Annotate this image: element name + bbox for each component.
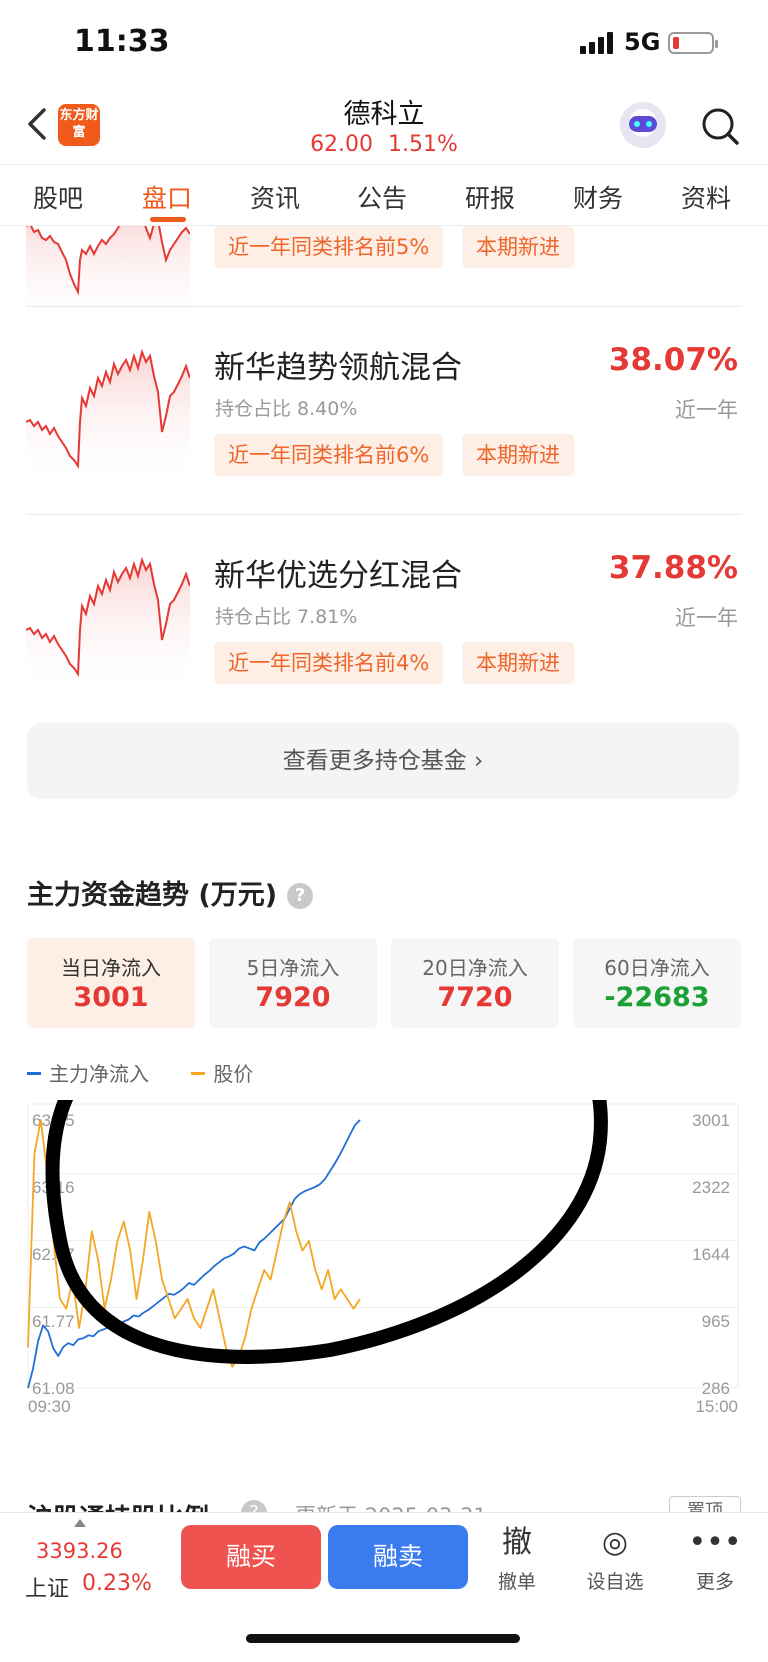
tab-guba[interactable]: 股吧 <box>33 179 83 215</box>
fund-return-period: 近一年 <box>675 606 738 630</box>
legend-item-price: 股价 <box>191 1058 253 1087</box>
stock-change-pct: 1.51% <box>388 132 458 157</box>
help-icon[interactable]: ? <box>287 883 314 909</box>
fund-sparkline <box>26 348 190 486</box>
fund-rank-tag: 近一年同类排名前4% <box>214 642 444 684</box>
tab-bar: 股吧 盘口 资讯 公告 研报 财务 资料 <box>0 164 768 226</box>
index-name[interactable]: 上证 <box>25 1571 69 1603</box>
divider <box>26 306 742 307</box>
right-tick-label: 3001 <box>692 1111 730 1130</box>
right-tick-label: 286 <box>702 1379 730 1398</box>
card-60day-inflow[interactable]: 60日净流入 -22683 <box>573 938 741 1028</box>
search-icon[interactable] <box>700 106 740 146</box>
card-today-inflow[interactable]: 当日净流入 3001 <box>27 938 195 1028</box>
stock-price: 62.00 <box>310 132 374 157</box>
fund-holding-ratio: 持仓占比 8.40% <box>215 398 358 420</box>
capital-flow-chart[interactable]: 63.8563.1662.4761.7761.08300123221644965… <box>0 1100 768 1420</box>
cancel-order-icon: 撤 <box>502 1525 532 1560</box>
tab-finance[interactable]: 财务 <box>573 179 623 215</box>
card-label: 20日净流入 <box>422 956 528 980</box>
card-value: 3001 <box>73 982 149 1013</box>
fund-rank-tag: 近一年同类排名前6% <box>214 434 444 476</box>
fund-name: 新华趋势领航混合 <box>214 350 462 386</box>
right-tick-label: 1644 <box>692 1245 730 1264</box>
help-icon[interactable]: ? <box>241 1500 267 1512</box>
card-value: -22683 <box>604 982 710 1013</box>
tab-pankou[interactable]: 盘口 <box>142 179 192 215</box>
card-value: 7720 <box>437 982 513 1013</box>
x-start-label: 09:30 <box>28 1397 71 1416</box>
fund-return-period: 近一年 <box>675 398 738 422</box>
home-indicator <box>246 1634 520 1643</box>
fund-return: 38.07% <box>608 342 738 378</box>
divider <box>26 514 742 515</box>
battery-icon <box>668 32 718 54</box>
x-end-label: 15:00 <box>695 1397 738 1416</box>
view-more-funds-button[interactable]: 查看更多持仓基金 › <box>27 723 739 799</box>
fund-row[interactable]: 新华优选分红混合 37.88% 持仓占比 7.81% 近一年 近一年同类排名前4… <box>0 528 768 734</box>
more-dots-icon: ••• <box>688 1525 742 1560</box>
fund-return: 37.88% <box>608 550 738 586</box>
signal-icon <box>580 32 613 54</box>
card-label: 5日净流入 <box>246 956 340 980</box>
status-bar: 11:33 5G <box>0 0 768 88</box>
hand-drawn-annotation-circle <box>45 1100 608 1364</box>
chart-frame <box>27 1103 739 1389</box>
more-button[interactable]: ••• 更多 <box>670 1521 760 1594</box>
card-value: 7920 <box>255 982 331 1013</box>
legend-item-inflow: 主力净流入 <box>27 1058 149 1087</box>
chart-legend: 主力净流入 股价 <box>27 1058 289 1087</box>
margin-sell-button[interactable]: 融卖 <box>328 1525 468 1589</box>
index-value[interactable]: 3393.26 <box>36 1539 123 1563</box>
margin-buy-button[interactable]: 融买 <box>181 1525 321 1589</box>
price-series-line <box>27 1119 361 1368</box>
fund-new-tag: 本期新进 <box>462 642 574 684</box>
stock-header: 东方财富 德科立 62.00 1.51% <box>0 88 768 164</box>
cancel-order-button[interactable]: 撤 撤单 <box>472 1521 562 1594</box>
capital-trend-title: 主力资金趋势 (万元)? <box>27 873 314 912</box>
fund-row[interactable]: 新华趋势领航混合 38.07% 持仓占比 8.40% 近一年 近一年同类排名前6… <box>0 320 768 526</box>
fund-new-tag: 本期新进 <box>462 434 574 476</box>
tab-profile[interactable]: 资料 <box>681 179 731 215</box>
left-tick-label: 61.08 <box>32 1379 75 1398</box>
card-5day-inflow[interactable]: 5日净流入 7920 <box>209 938 377 1028</box>
fund-name: 新华优选分红混合 <box>214 558 462 594</box>
left-tick-label: 61.77 <box>32 1312 75 1331</box>
card-20day-inflow[interactable]: 20日净流入 7720 <box>391 938 559 1028</box>
fund-sparkline <box>26 556 190 694</box>
fund-rank-tag: 近一年同类排名前5% <box>214 226 444 268</box>
pin-to-top-button[interactable]: 置顶 <box>669 1496 741 1512</box>
hk-connect-section-header: 沪股通持股比例 ? 更新于 2025-03-31 置顶 <box>27 1492 741 1512</box>
status-time: 11:33 <box>74 24 170 59</box>
add-watchlist-label: 设自选 <box>586 1571 644 1593</box>
more-label: 更多 <box>695 1571 734 1593</box>
fund-holding-ratio: 持仓占比 7.81% <box>215 606 358 628</box>
network-type: 5G <box>624 28 661 56</box>
tab-research[interactable]: 研报 <box>465 179 515 215</box>
card-label: 60日净流入 <box>604 956 710 980</box>
net-inflow-cards: 当日净流入 3001 5日净流入 7920 20日净流入 7720 60日净流入… <box>27 938 741 1028</box>
expand-arrow-icon[interactable] <box>74 1519 86 1527</box>
add-watchlist-button[interactable]: ◎ 设自选 <box>570 1521 660 1594</box>
hk-connect-title: 沪股通持股比例 <box>27 1498 209 1512</box>
right-tick-label: 2322 <box>692 1178 730 1197</box>
fund-new-tag: 本期新进 <box>462 226 574 268</box>
ai-assistant-icon[interactable] <box>620 102 666 148</box>
hk-connect-updated: 更新于 2025-03-31 <box>295 1500 487 1512</box>
tab-announcements[interactable]: 公告 <box>357 179 407 215</box>
card-label: 当日净流入 <box>61 956 161 980</box>
capital-trend-title-text: 主力资金趋势 (万元) <box>27 880 278 911</box>
right-tick-label: 965 <box>702 1312 730 1331</box>
watchlist-icon: ◎ <box>601 1525 629 1560</box>
index-change-pct[interactable]: 0.23% <box>82 1571 152 1596</box>
cancel-order-label: 撤单 <box>497 1571 536 1593</box>
active-tab-indicator <box>150 217 186 222</box>
tab-news[interactable]: 资讯 <box>250 179 300 215</box>
